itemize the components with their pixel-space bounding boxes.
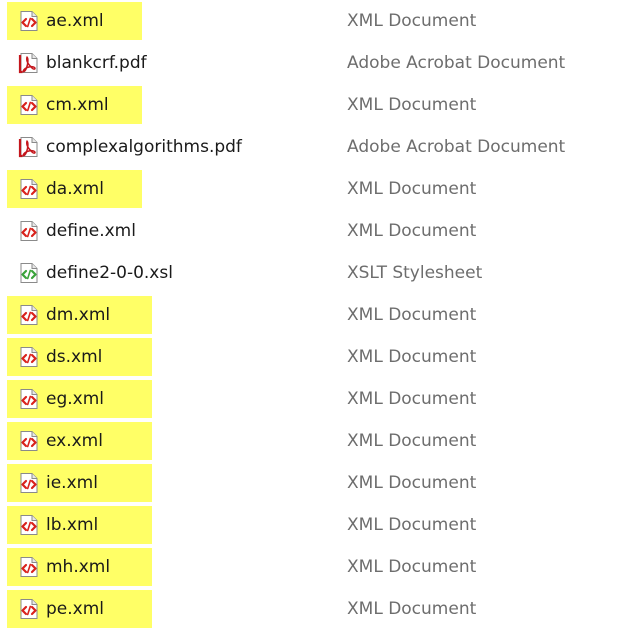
file-type: XML Document [347,431,477,451]
file-row[interactable]: cm.xml XML Document [0,84,637,126]
file-type: XML Document [347,179,477,199]
file-list: ae.xml XML Document blankcrf.pdf Adobe Acr… [0,0,637,628]
file-type: XML Document [347,305,477,325]
file-row[interactable]: da.xml XML Document [0,168,637,210]
file-row[interactable]: mh.xml XML Document [0,546,637,588]
file-type: XSLT Stylesheet [347,263,483,283]
xml-icon [18,94,40,116]
file-type: XML Document [347,347,477,367]
file-row[interactable]: lb.xml XML Document [0,504,637,546]
file-row[interactable]: define.xml XML Document [0,210,637,252]
file-name: dm.xml [46,305,111,325]
file-type: Adobe Acrobat Document [347,53,566,73]
file-name: complexalgorithms.pdf [46,137,242,157]
file-type: Adobe Acrobat Document [347,137,566,157]
file-type: XML Document [347,11,477,31]
file-row[interactable]: eg.xml XML Document [0,378,637,420]
xml-icon [18,304,40,326]
xsl-icon [18,262,40,284]
file-row[interactable]: complexalgorithms.pdf Adobe Acrobat Docum… [0,126,637,168]
file-name: ex.xml [46,431,103,451]
file-row[interactable]: define2-0-0.xsl XSLT Stylesheet [0,252,637,294]
xml-icon [18,514,40,536]
file-row[interactable]: blankcrf.pdf Adobe Acrobat Document [0,42,637,84]
xml-icon [18,472,40,494]
file-type: XML Document [347,599,477,619]
xml-icon [18,598,40,620]
file-name: blankcrf.pdf [46,53,147,73]
file-name: lb.xml [46,515,99,535]
file-name: mh.xml [46,557,111,577]
file-row[interactable]: ds.xml XML Document [0,336,637,378]
file-name: define.xml [46,221,136,241]
file-name: pe.xml [46,599,104,619]
file-row[interactable]: ex.xml XML Document [0,420,637,462]
xml-icon [18,346,40,368]
xml-icon [18,388,40,410]
file-name: ds.xml [46,347,103,367]
file-name: da.xml [46,179,104,199]
file-name: cm.xml [46,95,109,115]
file-name: ie.xml [46,473,98,493]
pdf-icon [18,52,40,74]
file-name: eg.xml [46,389,104,409]
file-type: XML Document [347,221,477,241]
xml-icon [18,556,40,578]
xml-icon [18,178,40,200]
file-type: XML Document [347,389,477,409]
file-row[interactable]: pe.xml XML Document [0,588,637,630]
file-name: ae.xml [46,11,104,31]
file-row[interactable]: dm.xml XML Document [0,294,637,336]
pdf-icon [18,136,40,158]
file-type: XML Document [347,473,477,493]
file-row[interactable]: ae.xml XML Document [0,0,637,42]
xml-icon [18,220,40,242]
file-type: XML Document [347,557,477,577]
xml-icon [18,430,40,452]
file-row[interactable]: ie.xml XML Document [0,462,637,504]
file-type: XML Document [347,95,477,115]
file-name: define2-0-0.xsl [46,263,173,283]
xml-icon [18,10,40,32]
file-type: XML Document [347,515,477,535]
